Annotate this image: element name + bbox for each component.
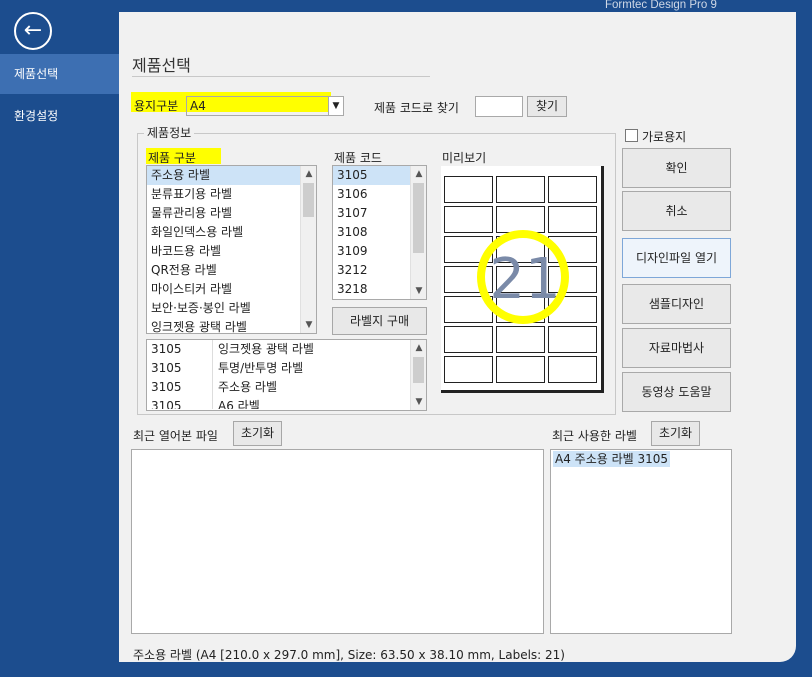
scroll-thumb[interactable]	[303, 183, 314, 217]
list-item[interactable]: QR전용 라벨	[147, 261, 316, 280]
category-scrollbar[interactable]: ▲ ▼	[300, 166, 316, 333]
preview-label-cell	[496, 356, 545, 383]
recent-files-reset-button[interactable]: 초기화	[233, 421, 282, 446]
category-list[interactable]: 주소용 라벨 분류표기용 라벨 물류관리용 라벨 화일인덱스용 라벨 바코드용 …	[146, 165, 317, 334]
list-item[interactable]: 화일인덱스용 라벨	[147, 223, 316, 242]
list-item[interactable]: 보안·보증·봉인 라벨	[147, 299, 316, 318]
preview-label-cell	[548, 206, 597, 233]
scroll-down-icon[interactable]: ▼	[411, 283, 426, 299]
back-button[interactable]: ←	[14, 12, 52, 50]
recent-files-label: 최근 열어본 파일	[133, 429, 218, 443]
recent-labels-list[interactable]: A4 주소용 라벨 3105	[550, 449, 732, 634]
landscape-checkbox[interactable]	[625, 129, 638, 142]
list-item[interactable]: 바코드용 라벨	[147, 242, 316, 261]
table-cell-code: 3105	[147, 378, 213, 397]
table-row[interactable]: 3105 잉크젯용 광택 라벨	[147, 340, 426, 359]
table-row[interactable]: 3105 A6 라벨	[147, 397, 426, 409]
paper-type-select[interactable]: A4 ▼	[186, 96, 344, 116]
match-scrollbar[interactable]: ▲ ▼	[410, 340, 426, 410]
cancel-button[interactable]: 취소	[622, 191, 731, 231]
paper-type-label: 용지구분	[134, 99, 179, 113]
scroll-down-icon[interactable]: ▼	[301, 317, 316, 333]
list-item[interactable]: 마이스티커 라벨	[147, 280, 316, 299]
table-row[interactable]: 3105 투명/반투명 라벨	[147, 359, 426, 378]
sample-design-button[interactable]: 샘플디자인	[622, 284, 731, 324]
recent-labels-label: 최근 사용한 라벨	[552, 429, 637, 443]
preview-label-cell	[496, 176, 545, 203]
chevron-down-icon: ▼	[328, 97, 343, 115]
preview-label-cell	[444, 176, 493, 203]
preview-label-cell	[444, 206, 493, 233]
scroll-up-icon[interactable]: ▲	[411, 340, 426, 356]
table-cell-name: 주소용 라벨	[218, 380, 278, 394]
recent-files-list[interactable]	[131, 449, 544, 634]
paper-type-value: A4	[190, 99, 206, 113]
code-search-input[interactable]	[475, 96, 523, 117]
table-cell-code: 3105	[147, 359, 213, 378]
list-item[interactable]: 잉크젯용 광택 라벨	[147, 318, 316, 333]
video-help-button[interactable]: 동영상 도움말	[622, 372, 731, 412]
table-cell-code: 3105	[147, 397, 213, 409]
match-table[interactable]: 3105 잉크젯용 광택 라벨 3105 투명/반투명 라벨 3105 주소용 라벨 …	[146, 339, 427, 411]
code-search-label: 제품 코드로 찾기	[374, 101, 459, 115]
recent-labels-reset-button[interactable]: 초기화	[651, 421, 700, 446]
sidebar-item-settings[interactable]: 환경설정	[0, 96, 119, 136]
table-cell-name: A6 라벨	[218, 399, 260, 409]
list-item[interactable]: 물류관리용 라벨	[147, 204, 316, 223]
landscape-label: 가로용지	[642, 130, 687, 144]
scroll-thumb[interactable]	[413, 357, 424, 383]
find-button[interactable]: 찾기	[527, 96, 567, 117]
code-scrollbar[interactable]: ▲ ▼	[410, 166, 426, 299]
scroll-down-icon[interactable]: ▼	[411, 394, 426, 410]
recent-label-text: A4 주소용 라벨 3105	[553, 451, 671, 467]
list-item[interactable]: 주소용 라벨	[147, 166, 316, 185]
product-info-title: 제품정보	[144, 124, 195, 141]
status-text: 주소용 라벨 (A4 [210.0 x 297.0 mm], Size: 63.…	[133, 648, 565, 662]
code-header: 제품 코드	[334, 151, 382, 165]
preview-label-cell	[548, 356, 597, 383]
confirm-button[interactable]: 확인	[622, 148, 731, 188]
scroll-thumb[interactable]	[413, 183, 424, 253]
sidebar-item-product-select[interactable]: 제품선택	[0, 54, 119, 94]
code-list[interactable]: 3105 3106 3107 3108 3109 3212 3218 ▲ ▼	[332, 165, 427, 300]
table-row[interactable]: 3105 주소용 라벨	[147, 378, 426, 397]
preview-label-cell	[496, 326, 545, 353]
preview-label-cell	[444, 356, 493, 383]
preview-label-cell	[496, 206, 545, 233]
window-title: Formtec Design Pro 9	[605, 0, 717, 11]
data-wizard-button[interactable]: 자료마법사	[622, 328, 731, 368]
scroll-up-icon[interactable]: ▲	[411, 166, 426, 182]
arrow-left-circle-icon: ←	[23, 18, 43, 43]
table-cell-name: 투명/반투명 라벨	[218, 361, 304, 375]
scroll-up-icon[interactable]: ▲	[301, 166, 316, 182]
list-item[interactable]: A4 주소용 라벨 3105	[551, 450, 731, 469]
page-title: 제품선택	[132, 56, 191, 75]
buy-label-button[interactable]: 라벨지 구매	[332, 307, 427, 335]
preview-highlight-circle	[477, 230, 569, 324]
preview-header: 미리보기	[442, 151, 487, 165]
preview-label-cell	[444, 326, 493, 353]
category-header: 제품 구분	[148, 151, 196, 165]
preview-label-cell	[548, 176, 597, 203]
open-design-file-button[interactable]: 디자인파일 열기	[622, 238, 731, 278]
list-item[interactable]: 분류표기용 라벨	[147, 185, 316, 204]
preview-label-cell	[548, 326, 597, 353]
table-cell-name: 잉크젯용 광택 라벨	[218, 342, 314, 356]
title-divider	[132, 76, 430, 77]
table-cell-code: 3105	[147, 340, 213, 359]
